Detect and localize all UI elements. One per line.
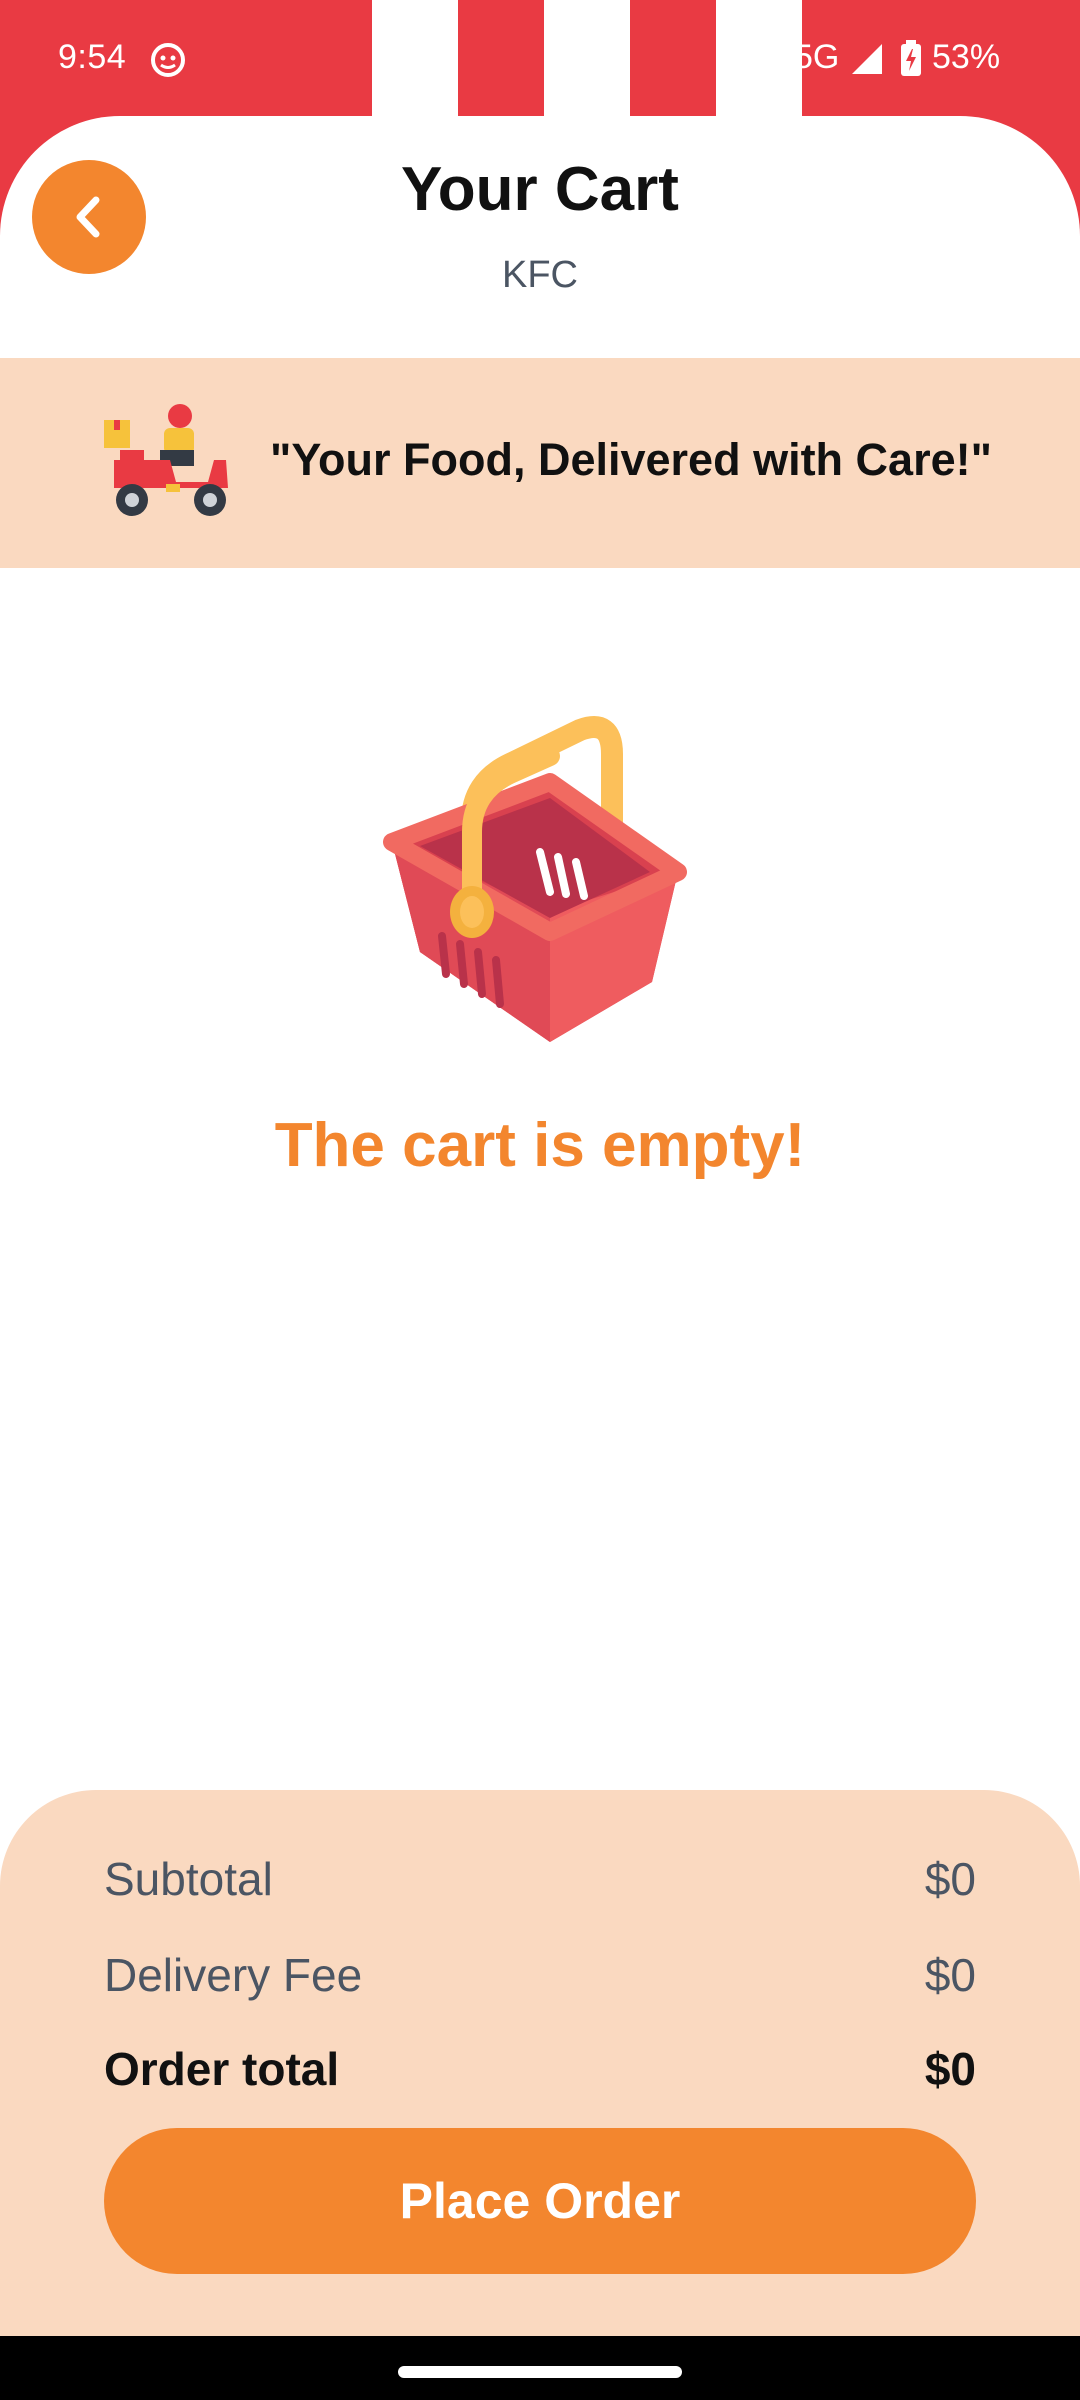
banner-slogan: "Your Food, Delivered with Care!" — [270, 434, 992, 485]
notification-face-icon — [151, 43, 185, 77]
delivery-fee-label: Delivery Fee — [104, 1949, 363, 2001]
subtotal-value: $0 — [924, 1853, 976, 1905]
network-type: 5G — [794, 38, 840, 76]
delivery-scooter-icon — [104, 404, 228, 516]
restaurant-name: KFC — [502, 254, 578, 296]
order-total-row: Order total $0 — [104, 2042, 976, 2096]
battery-percent: 53% — [932, 38, 1001, 76]
signal-icon — [852, 44, 882, 74]
system-nav-bar — [0, 2336, 1080, 2400]
order-total-value: $0 — [924, 2043, 976, 2095]
subtotal-row: Subtotal $0 — [104, 1852, 976, 1906]
delivery-banner: "Your Food, Delivered with Care!" — [0, 358, 1080, 568]
cart-screen: 9:54 5G 53% Your Cart KFC "Your Food, De… — [0, 0, 1080, 2400]
delivery-fee-value: $0 — [924, 1949, 976, 2001]
status-time: 9:54 — [58, 38, 127, 76]
empty-cart-message: The cart is empty! — [274, 1111, 806, 1180]
shopping-basket-icon — [383, 716, 687, 1042]
home-gesture-handle[interactable] — [398, 2366, 682, 2378]
subtotal-label: Subtotal — [104, 1853, 273, 1905]
battery-charging-icon — [901, 40, 921, 76]
place-order-button[interactable]: Place Order — [104, 2128, 976, 2274]
delivery-fee-row: Delivery Fee $0 — [104, 1948, 976, 2002]
order-total-label: Order total — [104, 2043, 340, 2095]
page-title: Your Cart — [401, 155, 679, 224]
status-bar: 9:54 5G 53% — [0, 0, 1080, 116]
